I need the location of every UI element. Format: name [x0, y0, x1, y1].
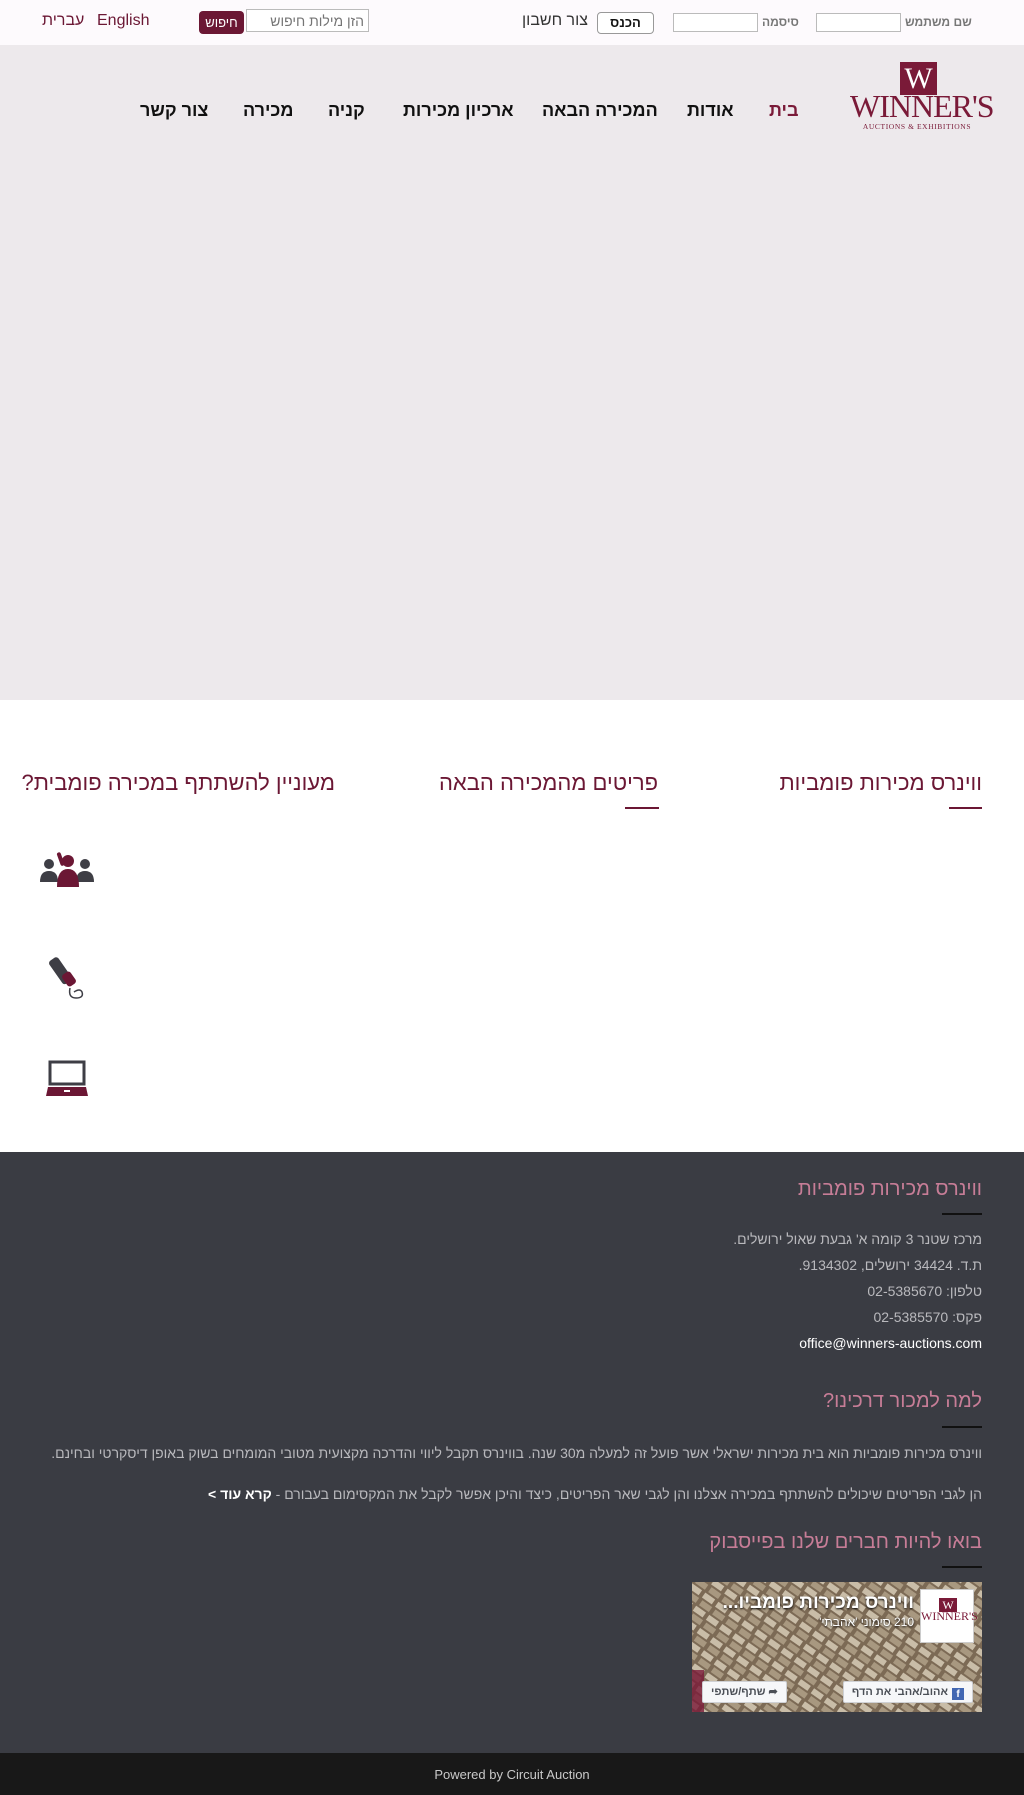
- hero-banner: [0, 45, 1024, 700]
- create-account-link[interactable]: צור חשבון: [522, 12, 588, 30]
- facebook-page-widget[interactable]: W WINNER'S ווינרס מכירות פומביו... 210 ס…: [692, 1582, 982, 1712]
- top-bar: עברית English חיפוש צור חשבון הכנס סיסמה…: [0, 0, 1024, 45]
- section-divider: [625, 807, 659, 809]
- nav-item-next-sale[interactable]: המכירה הבאה: [542, 100, 658, 121]
- footer-address: מרכז שטנר 3 קומה א' גבעת שאול ירושלים.: [733, 1231, 982, 1247]
- share-icon: ➦: [765, 1686, 778, 1698]
- logo-tagline: AUCTIONS & EXHIBITIONS: [862, 122, 972, 131]
- bottom-bar: Powered by Circuit Auction: [0, 1753, 1024, 1795]
- footer-contact-title: ווינרס מכירות פומביות: [797, 1178, 982, 1200]
- footer-facebook-title: בואו להיות חברים שלנו בפייסבוק: [709, 1531, 982, 1553]
- powered-by-link[interactable]: Powered by Circuit Auction: [0, 1767, 1024, 1782]
- facebook-icon: f: [952, 1688, 964, 1700]
- footer-why-title: למה למכור דרכינו?: [822, 1390, 982, 1412]
- footer-divider: [942, 1213, 982, 1215]
- search-input[interactable]: [246, 9, 369, 32]
- footer-divider: [942, 1566, 982, 1568]
- nav-item-buy[interactable]: קניה: [328, 100, 365, 121]
- facebook-page-name[interactable]: ווינרס מכירות פומביו...: [723, 1592, 914, 1614]
- footer-fax: פקס: 02-5385570: [873, 1309, 982, 1325]
- footer-email-link[interactable]: office@winners-auctions.com: [799, 1335, 982, 1351]
- language-english-link[interactable]: English: [97, 12, 149, 30]
- footer-phone: טלפון: 02-5385670: [867, 1283, 982, 1299]
- nav-item-contact[interactable]: צור קשר: [140, 100, 208, 121]
- password-input[interactable]: [673, 13, 758, 32]
- facebook-share-button[interactable]: ➦ שתף/שתפי: [702, 1681, 787, 1703]
- facebook-share-label: שתף/שתפי: [711, 1686, 766, 1698]
- fb-logo-name: WINNER'S: [921, 1609, 978, 1623]
- audience-icon: [38, 852, 98, 902]
- username-input[interactable]: [816, 13, 901, 32]
- section-divider: [949, 807, 982, 809]
- footer-po-box: ת.ד. 34424 ירושלים, 9134302.: [798, 1257, 982, 1273]
- username-label: שם משתמש: [905, 15, 972, 29]
- nav-item-about[interactable]: אודות: [687, 100, 734, 121]
- nav-item-archive[interactable]: ארכיון מכירות: [403, 100, 514, 121]
- facebook-page-logo: W WINNER'S: [920, 1589, 978, 1643]
- footer-why-text: ווינרס מכירות פומביות הוא בית מכירות ישר…: [51, 1445, 982, 1461]
- search-button[interactable]: חיפוש: [199, 11, 244, 34]
- language-hebrew-link[interactable]: עברית: [42, 12, 84, 30]
- read-more-link[interactable]: קרא עוד >: [208, 1486, 272, 1502]
- login-button[interactable]: הכנס: [597, 12, 654, 34]
- logo-name: WINNER'S: [850, 88, 995, 124]
- phone-icon: [38, 954, 98, 1004]
- site-logo[interactable]: W WINNER'S AUCTIONS & EXHIBITIONS: [850, 62, 995, 132]
- section-title-about: ווינרס מכירות פומביות: [779, 770, 982, 795]
- facebook-like-button[interactable]: f אהוב/אהבי את הדף: [842, 1681, 973, 1703]
- section-title-participate: מעוניין להשתתף במכירה פומבית?: [21, 770, 335, 795]
- footer-divider: [942, 1426, 982, 1428]
- facebook-like-count: 210 סימוני 'אהבתי': [819, 1615, 914, 1629]
- section-title-next-items: פריטים מהמכירה הבאה: [438, 770, 658, 795]
- nav-item-home[interactable]: בית: [769, 100, 799, 121]
- facebook-like-label: אהוב/אהבי את הדף: [851, 1686, 948, 1698]
- laptop-icon: [38, 1060, 98, 1110]
- password-label: סיסמה: [762, 15, 799, 29]
- nav-item-sell[interactable]: מכירה: [243, 100, 293, 121]
- footer-why-text-2: הן לגבי הפריטים שיכולים להשתתף במכירה אצ…: [208, 1486, 982, 1502]
- footer-why-text-2-body: הן לגבי הפריטים שיכולים להשתתף במכירה אצ…: [275, 1486, 982, 1502]
